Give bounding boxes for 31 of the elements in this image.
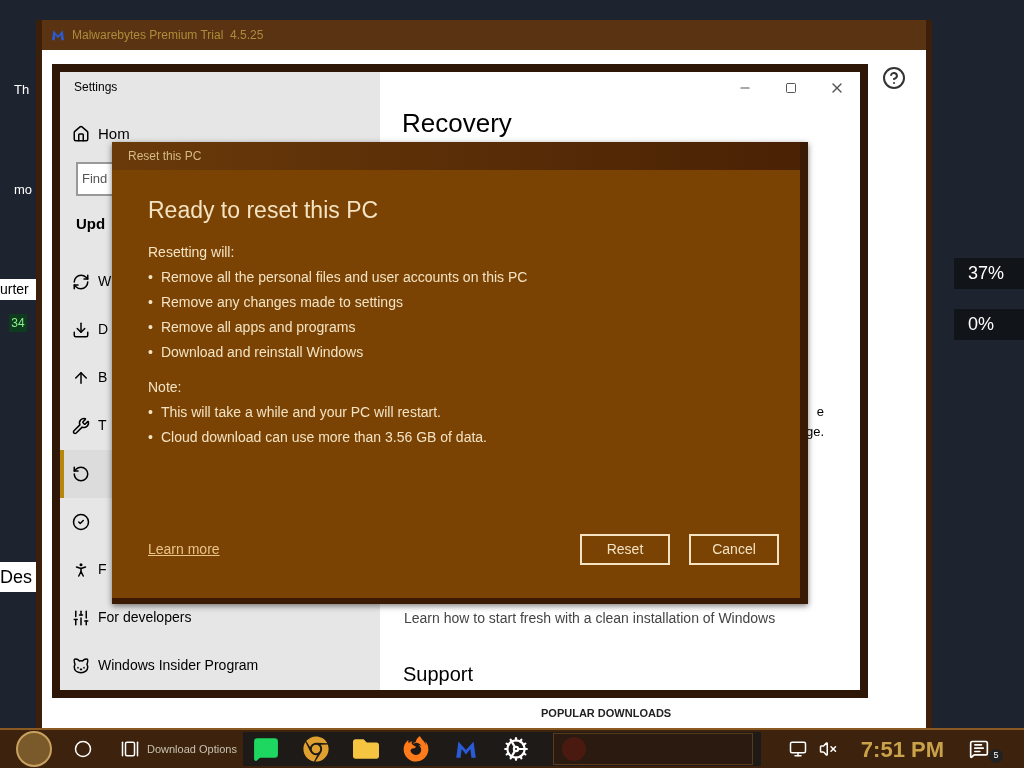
- dialog-title: Reset this PC: [128, 148, 202, 165]
- window-fragment-heading: Des: [0, 565, 32, 589]
- list-item-text: Download and reinstall Windows: [160, 343, 364, 362]
- bullet: •: [148, 428, 153, 447]
- desktop-label: Th: [13, 81, 31, 99]
- section-heading: Upd: [76, 213, 106, 234]
- paragraph-fragment: e: [816, 403, 824, 421]
- counter-badge: 34: [9, 314, 27, 332]
- gauge-reading: 37%: [954, 258, 1024, 289]
- bullet: •: [148, 318, 153, 337]
- background-window-text: Download Options: [147, 741, 237, 757]
- bullet: •: [148, 268, 153, 287]
- list-item-text: Remove all apps and programs: [160, 318, 356, 337]
- bullet: •: [148, 403, 153, 422]
- section-heading: Support: [402, 662, 475, 687]
- bullet: •: [148, 343, 153, 362]
- bullet: •: [148, 293, 153, 312]
- list-item-text: Cloud download can use more than 3.56 GB of data.: [160, 428, 487, 447]
- window-title: Malwarebytes Premium Trial 4.5.25: [72, 27, 264, 44]
- gauge-reading: 0%: [954, 309, 1024, 340]
- list-item-text: This will take a while and your PC will restart.: [160, 403, 441, 422]
- dialog-heading: Ready to reset this PC: [148, 196, 380, 224]
- group-label: Note:: [148, 378, 183, 397]
- group-label: Resetting will:: [148, 243, 236, 262]
- window-title: Settings: [74, 79, 118, 97]
- list-item-text: Remove any changes made to settings: [160, 293, 403, 312]
- desktop-label: mo: [13, 180, 34, 199]
- window-fragment-text: urter: [0, 279, 36, 300]
- page-title: Recovery: [401, 108, 513, 138]
- section-heading: POPULAR DOWNLOADS: [541, 707, 672, 719]
- list-item-text: Remove all the personal files and user accounts on this PC: [160, 268, 528, 287]
